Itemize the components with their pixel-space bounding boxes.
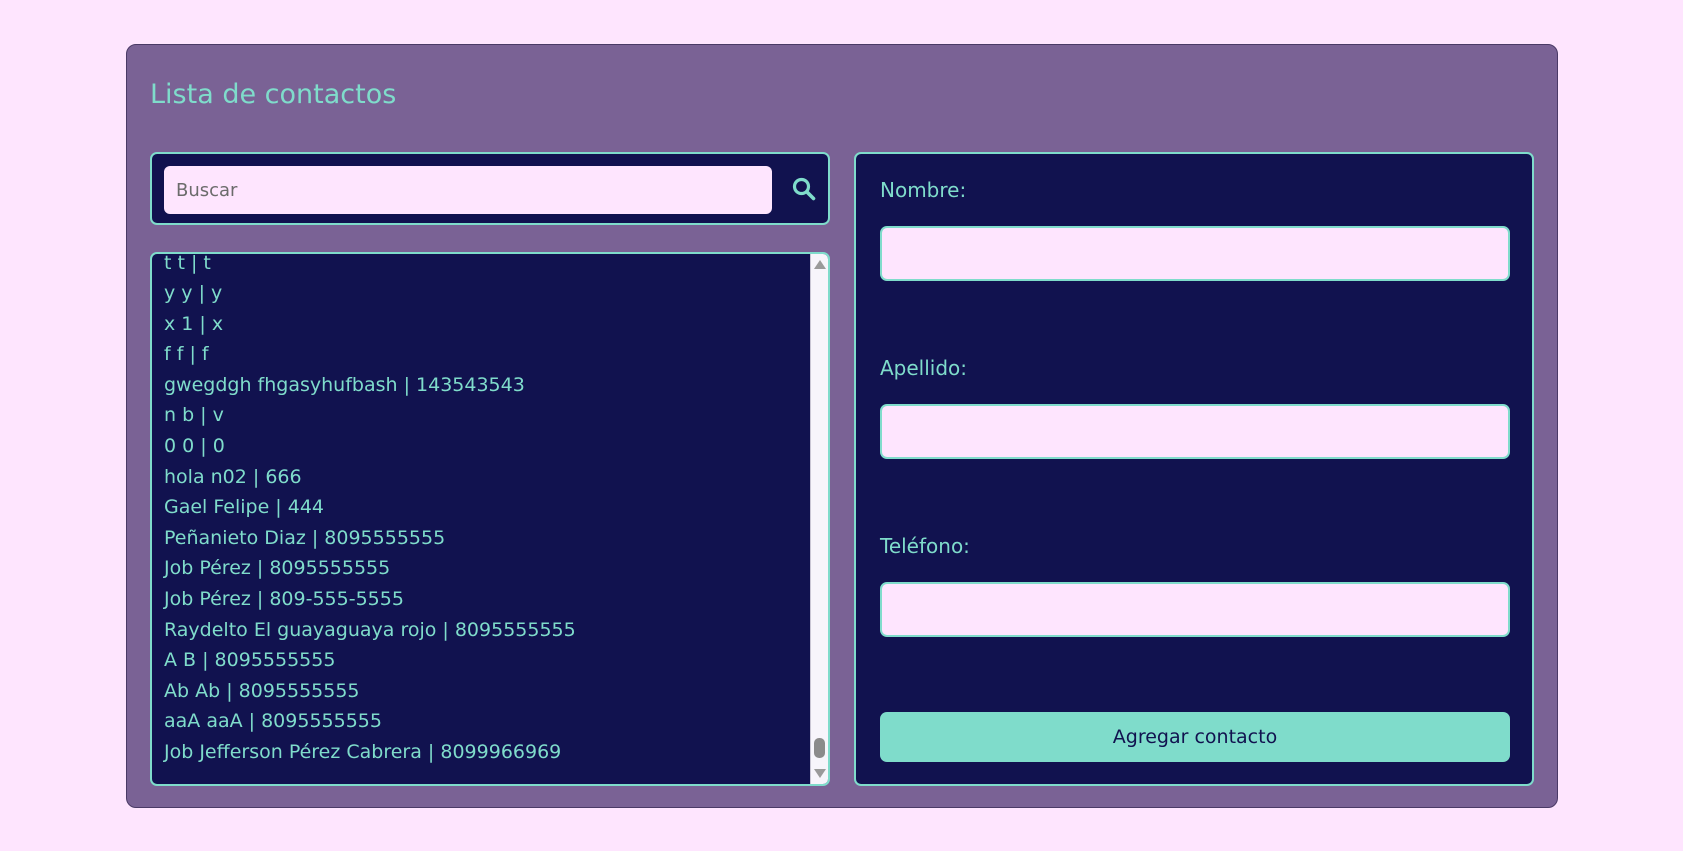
contact-list-item[interactable]: Job Pérez | 809-555-5555: [152, 584, 807, 615]
search-input[interactable]: [164, 166, 772, 214]
scroll-down-arrow-icon[interactable]: [814, 769, 826, 778]
contact-list-item[interactable]: Ab Ab | 8095555555: [152, 676, 807, 707]
phone-input[interactable]: [880, 582, 1510, 637]
name-label: Nombre:: [880, 178, 967, 202]
contact-list-item[interactable]: 0 0 | 0: [152, 431, 807, 462]
contact-list-item[interactable]: n b | v: [152, 400, 807, 431]
contact-list-panel: t t | ty y | yx 1 | xf f | f gwegdgh fhga…: [150, 252, 830, 786]
contacts-card: Lista de contactos t t | ty y | yx 1 | x…: [126, 44, 1558, 808]
contact-list-item[interactable]: x 1 | x: [152, 309, 807, 340]
contact-list-item[interactable]: Raydelto El guayaguaya rojo | 8095555555: [152, 615, 807, 646]
name-input[interactable]: [880, 226, 1510, 281]
search-panel: [150, 152, 830, 225]
contact-list-item[interactable]: hola n02 | 666: [152, 462, 807, 493]
contact-list-item[interactable]: aaA aaA | 8095555555: [152, 706, 807, 737]
scrollbar[interactable]: [810, 254, 828, 784]
lastname-label: Apellido:: [880, 356, 968, 380]
contact-list-item[interactable]: gwegdgh fhgasyhufbash | 143543543: [152, 370, 807, 401]
contact-list-item[interactable]: y y | y: [152, 278, 807, 309]
contact-list: t t | ty y | yx 1 | xf f | f gwegdgh fhga…: [152, 254, 807, 784]
scrollbar-thumb[interactable]: [814, 738, 825, 758]
contact-list-item[interactable]: t t | t: [152, 254, 807, 278]
search-icon: [792, 177, 816, 201]
add-contact-button[interactable]: Agregar contacto: [880, 712, 1510, 762]
contact-list-item[interactable]: f f | f: [152, 339, 807, 370]
lastname-input[interactable]: [880, 404, 1510, 459]
page-title: Lista de contactos: [150, 79, 397, 110]
scroll-up-arrow-icon[interactable]: [814, 260, 826, 269]
contact-list-item[interactable]: Gael Felipe | 444: [152, 492, 807, 523]
search-button[interactable]: [790, 175, 818, 203]
contact-list-item[interactable]: Peñanieto Diaz | 8095555555: [152, 523, 807, 554]
contact-list-item[interactable]: Job Jefferson Pérez Cabrera | 8099966969: [152, 737, 807, 768]
phone-label: Teléfono:: [880, 534, 970, 558]
contact-list-item[interactable]: A B | 8095555555: [152, 645, 807, 676]
contact-list-item[interactable]: Job Pérez | 8095555555: [152, 553, 807, 584]
add-contact-form: Nombre: Apellido: Teléfono: Agregar cont…: [854, 152, 1534, 786]
